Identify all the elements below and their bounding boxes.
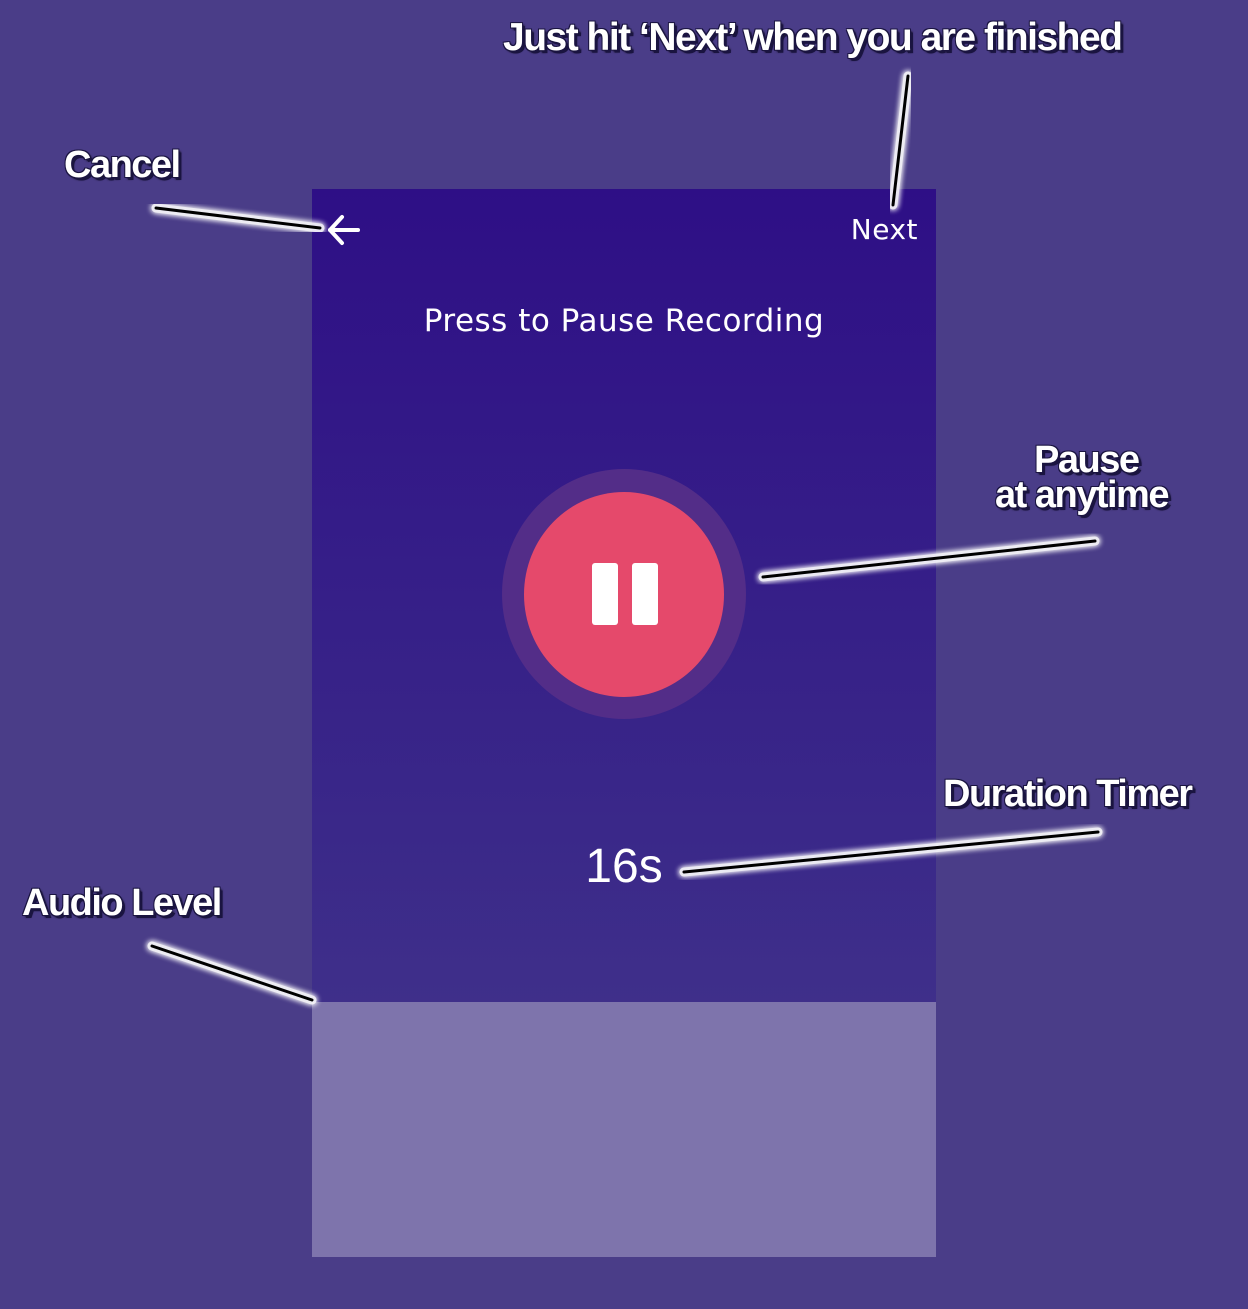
recording-screen: Next Press to Pause Recording 16s — [312, 189, 936, 1257]
pause-annotation-line2: at anytime — [995, 474, 1169, 516]
pause-bar-left — [592, 563, 618, 625]
back-button[interactable] — [326, 213, 362, 247]
audio-level-fill — [312, 1002, 936, 1257]
pause-recording-button[interactable] — [524, 492, 724, 697]
duration-annotation: Duration Timer — [943, 773, 1193, 815]
instruction-text: Press to Pause Recording — [423, 303, 825, 339]
pause-icon — [592, 563, 658, 627]
pause-bar-right — [632, 563, 658, 625]
audio-level-meter — [312, 1002, 936, 1257]
next-callout-line — [888, 71, 913, 210]
audio-callout-line — [147, 941, 317, 1005]
cancel-annotation: Cancel — [64, 144, 181, 186]
next-button[interactable]: Next — [851, 213, 918, 246]
audio-level-annotation: Audio Level — [22, 882, 222, 924]
cancel-callout-line — [151, 203, 325, 233]
duration-timer: 16s — [585, 840, 663, 893]
arrow-left-icon — [328, 215, 360, 245]
next-hint-annotation: Just hit ‘Next’ when you are finished — [503, 16, 1123, 59]
